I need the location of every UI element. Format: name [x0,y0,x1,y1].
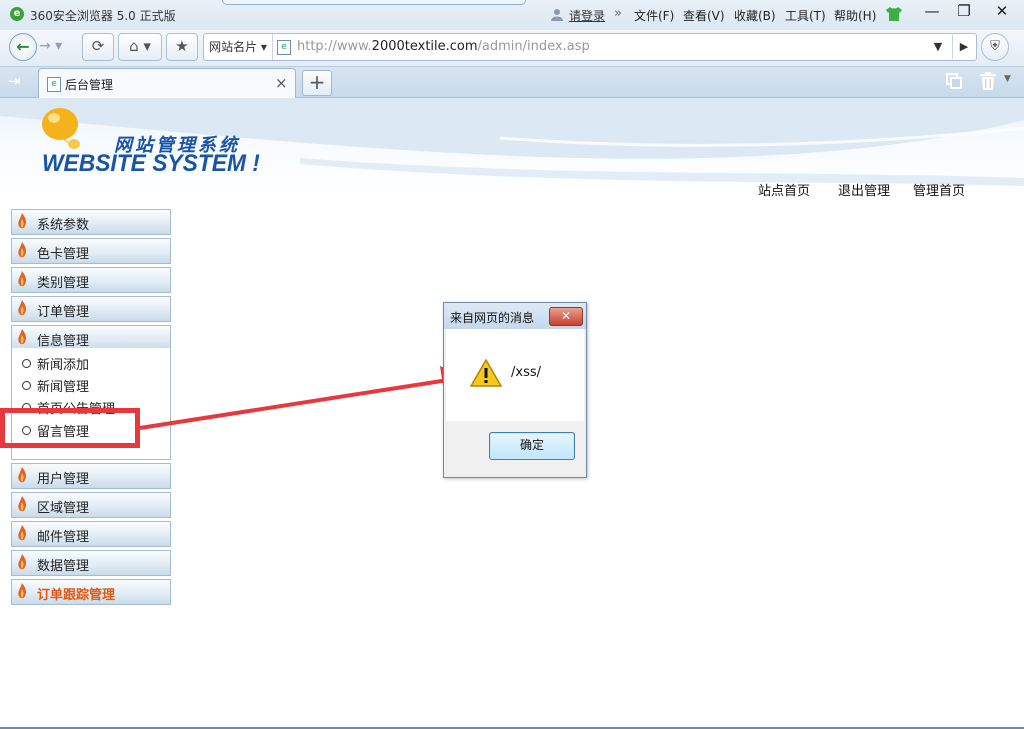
flame-icon [18,583,26,599]
favorite-star-button[interactable]: ★ [166,33,198,61]
tab-close-icon[interactable]: × [275,74,288,92]
submenu-label: 新闻添加 [37,358,90,373]
warning-icon [470,359,502,387]
forward-button[interactable]: → ▾ [39,33,73,59]
flame-icon [18,554,26,570]
address-bar[interactable]: 网站名片 ▾ e http://www.2000textile.com/admi… [203,33,977,61]
url-text[interactable]: http://www.2000textile.com/admin/index.a… [297,39,590,54]
menu-group-label: 色卡管理 [37,247,90,262]
login-link[interactable]: 请登录 [569,7,605,24]
home-button[interactable]: ⌂ ▾ [118,33,162,61]
url-domain: 2000textile.com [371,39,478,54]
flame-icon [18,329,26,345]
menu-group-label: 数据管理 [37,559,90,574]
menu-group[interactable]: 订单管理 [11,296,171,322]
site-logo-icon [42,108,80,149]
submenu-news-manage[interactable]: 新闻管理 [22,376,89,395]
menu-group[interactable]: 订单跟踪管理 [11,579,171,605]
dialog-message: /xss/ [511,365,541,380]
site-title-en: WEBSITE SYSTEM ! [42,150,260,177]
menu-group[interactable]: 邮件管理 [11,521,171,547]
minimize-button[interactable]: — [914,0,950,24]
submenu-label: 新闻管理 [37,380,90,395]
flame-icon [18,496,26,512]
flame-icon [18,300,26,316]
menu-group-label: 信息管理 [37,334,90,349]
menu-group[interactable]: 区域管理 [11,492,171,518]
dialog-close-button[interactable]: ✕ [549,307,583,326]
menu-group[interactable]: 色卡管理 [11,238,171,264]
menu-group[interactable]: 类别管理 [11,267,171,293]
go-icon[interactable]: ▶ [952,35,975,59]
flame-icon [18,242,26,258]
browser-logo-icon: e [10,7,24,21]
user-icon [551,9,563,21]
menu-tools[interactable]: 工具(T) [785,7,826,24]
menu-view[interactable]: 查看(V) [683,7,725,24]
menu-group-label: 系统参数 [37,218,90,233]
tab-admin[interactable]: e 后台管理 × [38,68,296,98]
flame-icon [18,213,26,229]
url-path: /admin/index.asp [477,39,590,54]
flame-icon [18,271,26,287]
refresh-button[interactable]: ⟳ [82,33,114,61]
menu-group-label: 区域管理 [37,501,90,516]
submenu-news-add[interactable]: 新闻添加 [22,354,89,373]
site-home-link[interactable]: 站点首页 [758,180,810,199]
dialog-title: 来自网页的消息 [450,311,535,325]
trash-dropdown-icon[interactable]: ▼ [1004,74,1011,84]
menu-group-label: 类别管理 [37,276,90,291]
address-dropdown-icon[interactable]: ▼ [928,35,948,59]
app-title: 360安全浏览器 5.0 正式版 [30,9,176,23]
skin-shirt-icon[interactable] [885,7,903,21]
restore-button[interactable]: ❐ [946,0,982,24]
sidebar-toggle-icon[interactable]: ⇥ [8,72,21,90]
flame-icon [18,525,26,541]
menu-group[interactable]: 系统参数 [11,209,171,235]
menu-group-label: 用户管理 [37,472,90,487]
ok-button[interactable]: 确定 [489,432,575,460]
menu-help[interactable]: 帮助(H) [834,7,876,24]
menu-favorites[interactable]: 收藏(B) [734,7,776,24]
admin-home-link[interactable]: 管理首页 [913,180,965,199]
site-card-dropdown[interactable]: 网站名片 ▾ [204,34,273,60]
restore-tabs-icon[interactable] [946,73,962,89]
menu-file[interactable]: 文件(F) [634,7,674,24]
page-icon: e [277,40,291,55]
menu-group-label: 邮件管理 [37,530,90,545]
new-tab-button[interactable]: + [302,70,332,96]
alert-dialog: 来自网页的消息 ✕ /xss/ 确定 [443,302,587,478]
logout-link[interactable]: 退出管理 [838,180,890,199]
back-button[interactable]: ← [9,33,37,61]
url-prefix: http://www. [297,39,372,54]
menu-group[interactable]: 用户管理 [11,463,171,489]
menu-group-label: 订单跟踪管理 [37,588,116,603]
trash-icon[interactable] [980,72,996,90]
menu-group[interactable]: 数据管理 [11,550,171,576]
annotation-highlight-box [0,408,140,448]
bullet-icon [22,381,31,390]
menu-group-label: 订单管理 [37,305,90,320]
flame-icon [18,467,26,483]
tab-page-icon: e [47,77,61,92]
bullet-icon [22,359,31,368]
titlebar-decoration [222,0,526,5]
menu-separator: » [614,6,622,21]
security-shield-icon[interactable]: ⛨ [981,33,1009,61]
close-window-button[interactable]: ✕ [984,0,1020,24]
tab-label: 后台管理 [65,78,114,92]
